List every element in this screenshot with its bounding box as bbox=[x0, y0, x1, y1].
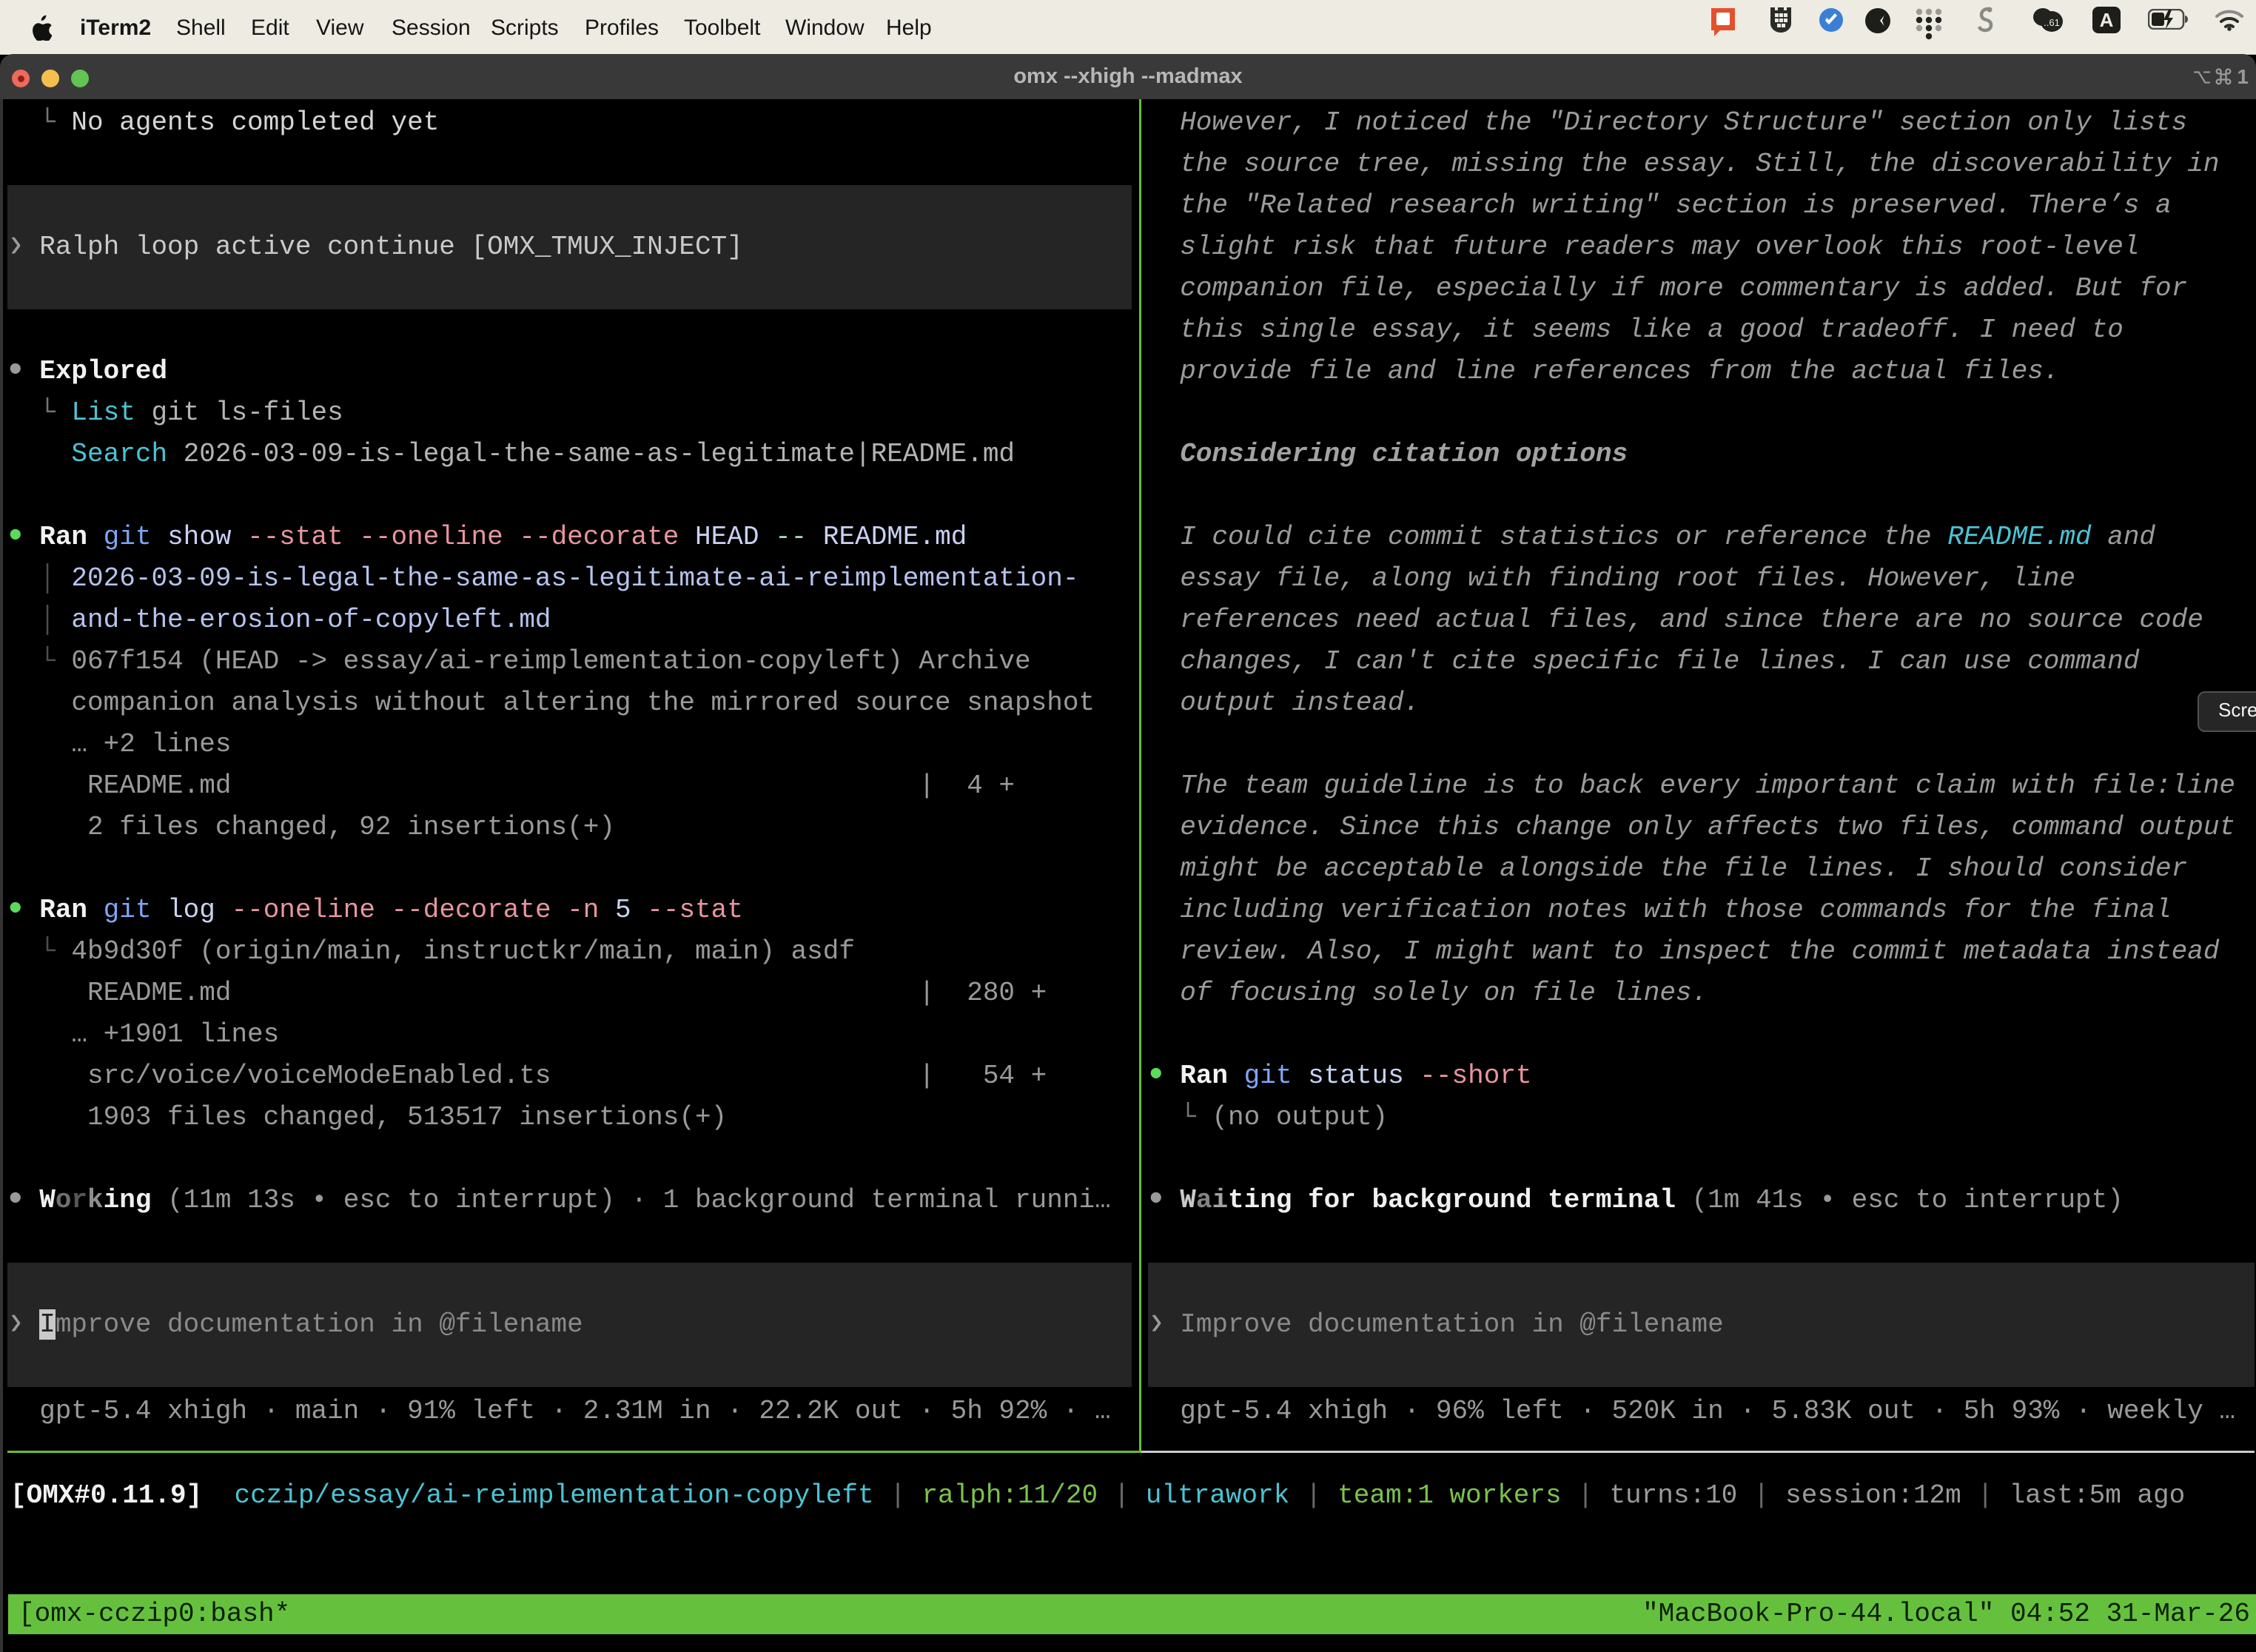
svg-text:A: A bbox=[2100, 9, 2114, 31]
svg-text:..61: ..61 bbox=[2044, 17, 2060, 28]
